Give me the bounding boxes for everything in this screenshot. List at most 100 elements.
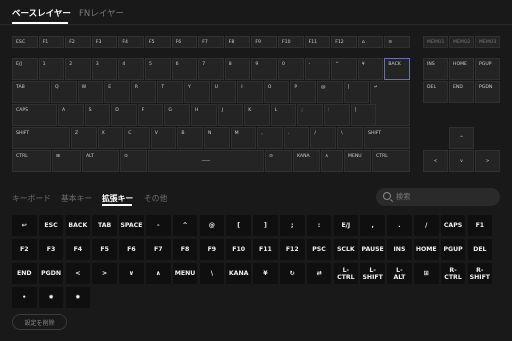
assignable-key-0-1[interactable]: ESC bbox=[38, 215, 64, 236]
key-row3-7[interactable]: U bbox=[210, 81, 237, 103]
assignable-key-2-13[interactable]: L- SHIFT bbox=[360, 263, 385, 284]
assignable-key-2-1[interactable]: PGDN bbox=[38, 263, 64, 284]
key-row3-2[interactable]: W bbox=[77, 81, 104, 103]
key-row3-8[interactable]: I bbox=[237, 81, 263, 103]
assignable-key-0-15[interactable]: / bbox=[414, 215, 439, 236]
assignable-key-0-16[interactable]: CAPS bbox=[440, 215, 466, 236]
key-row2-4[interactable]: 4 bbox=[118, 58, 144, 80]
key-row4-8[interactable]: K bbox=[244, 104, 270, 126]
key-arrow-left[interactable]: < bbox=[423, 150, 448, 172]
delete-setting-button[interactable]: 設定を削除 bbox=[12, 314, 67, 330]
assignable-key-2-7[interactable]: \ bbox=[199, 263, 225, 284]
assignable-key-1-13[interactable]: PAUSE bbox=[360, 239, 385, 260]
assignable-key-2-8[interactable]: KANA bbox=[226, 263, 251, 284]
key-row2-8[interactable]: 8 bbox=[224, 58, 251, 80]
assignable-key-2-15[interactable]: ⊞ bbox=[414, 263, 439, 284]
key-tab[interactable]: TAB bbox=[12, 81, 50, 103]
key-nav1-1[interactable]: HOME bbox=[449, 58, 474, 80]
assignable-key-2-2[interactable]: < bbox=[65, 263, 91, 284]
key-row3-12[interactable]: [ bbox=[343, 81, 370, 103]
key-row6-6[interactable]: KANA bbox=[293, 150, 320, 172]
assignable-key-0-11[interactable]: : bbox=[306, 215, 332, 236]
key-row6-8[interactable]: MENU bbox=[344, 150, 371, 172]
key-row4-3[interactable]: D bbox=[111, 104, 137, 126]
assignable-key-1-3[interactable]: F5 bbox=[92, 239, 117, 260]
key-caps[interactable]: CAPS bbox=[12, 104, 57, 126]
key-right-shift[interactable]: SHIFT bbox=[364, 127, 410, 149]
key-row1-6[interactable]: F6 bbox=[171, 36, 198, 48]
key-row5-3[interactable]: C bbox=[124, 127, 150, 149]
key-row5-11[interactable]: \ bbox=[337, 127, 363, 149]
assignable-key-2-11[interactable]: ⇄ bbox=[306, 263, 332, 284]
assignable-key-1-15[interactable]: HOME bbox=[414, 239, 439, 260]
key-nav2-2[interactable]: PGDN bbox=[475, 81, 500, 103]
key-row4-12[interactable]: ] bbox=[350, 104, 377, 126]
key-row1-3[interactable]: F3 bbox=[91, 36, 118, 48]
key-row3-6[interactable]: Y bbox=[184, 81, 210, 103]
key-row3-5[interactable]: T bbox=[157, 81, 183, 103]
key-memo-1[interactable]: MEMO1 bbox=[423, 36, 448, 48]
key-row3-1[interactable]: Q bbox=[51, 81, 77, 103]
key-row4-6[interactable]: H bbox=[191, 104, 217, 126]
key-row1-7[interactable]: F7 bbox=[198, 36, 224, 48]
assignable-key-1-12[interactable]: SCLK bbox=[333, 239, 359, 260]
category-keyboard[interactable]: キーボード bbox=[12, 193, 51, 204]
key-row1-13[interactable]: ⌂ bbox=[357, 36, 384, 48]
assignable-key-1-6[interactable]: F8 bbox=[172, 239, 198, 260]
key-row5-9[interactable]: . bbox=[283, 127, 310, 149]
key-row5-5[interactable]: B bbox=[177, 127, 203, 149]
key-row5-1[interactable]: Z bbox=[71, 127, 97, 149]
key-row6-5[interactable]: ⊙ bbox=[265, 150, 292, 172]
key-row2-3[interactable]: 3 bbox=[91, 58, 118, 80]
key-arrow-right[interactable]: > bbox=[475, 150, 500, 172]
assignable-key-2-17[interactable]: R- SHIFT bbox=[467, 263, 493, 284]
key-row2-7[interactable]: 7 bbox=[198, 58, 224, 80]
key-left-shift[interactable]: SHIFT bbox=[12, 127, 70, 149]
assignable-key-0-2[interactable]: BACK bbox=[65, 215, 91, 236]
key-row1-4[interactable]: F4 bbox=[118, 36, 144, 48]
key-row1-1[interactable]: F1 bbox=[38, 36, 65, 48]
key-row5-7[interactable]: M bbox=[230, 127, 257, 149]
key-row6-4[interactable]: ─── bbox=[148, 150, 264, 172]
key-row2-11[interactable]: - bbox=[304, 58, 331, 80]
assignable-key-3-0[interactable]: • bbox=[12, 287, 37, 308]
key-memo-2[interactable]: MEMO2 bbox=[449, 36, 474, 48]
category-other[interactable]: その他 bbox=[144, 193, 167, 204]
key-row1-11[interactable]: F11 bbox=[304, 36, 331, 48]
assignable-key-2-14[interactable]: L- ALT bbox=[387, 263, 412, 284]
key-row2-6[interactable]: 6 bbox=[171, 58, 198, 80]
assignable-key-2-3[interactable]: > bbox=[92, 263, 117, 284]
assignable-key-3-2[interactable]: ✸ bbox=[65, 287, 91, 308]
assignable-key-2-10[interactable]: ↻ bbox=[280, 263, 305, 284]
assignable-key-1-9[interactable]: F11 bbox=[253, 239, 278, 260]
key-arrow-down[interactable]: v bbox=[449, 150, 474, 172]
assignable-key-0-4[interactable]: SPACE bbox=[119, 215, 144, 236]
key-row5-8[interactable]: , bbox=[257, 127, 283, 149]
assignable-key-0-14[interactable]: . bbox=[387, 215, 412, 236]
category-extended-keys[interactable]: 拡張キー bbox=[102, 193, 133, 204]
key-row2-13[interactable]: ¥ bbox=[357, 58, 384, 80]
key-row2-0[interactable]: E/J bbox=[12, 58, 38, 80]
key-arrow-up[interactable]: ^ bbox=[449, 127, 474, 149]
key-row2-14[interactable]: BACK bbox=[384, 58, 410, 80]
assignable-key-1-0[interactable]: F2 bbox=[12, 239, 37, 260]
category-basic-keys[interactable]: 基本キー bbox=[61, 193, 92, 204]
assignable-key-1-4[interactable]: F6 bbox=[119, 239, 144, 260]
assignable-key-1-8[interactable]: F10 bbox=[226, 239, 251, 260]
key-row6-2[interactable]: ALT bbox=[82, 150, 119, 172]
key-row6-7[interactable]: ∧ bbox=[321, 150, 343, 172]
key-row2-10[interactable]: 0 bbox=[278, 58, 304, 80]
key-row1-5[interactable]: F5 bbox=[145, 36, 171, 48]
assignable-key-0-9[interactable]: ] bbox=[253, 215, 278, 236]
key-row1-10[interactable]: F10 bbox=[278, 36, 304, 48]
key-row3-11[interactable]: @ bbox=[317, 81, 343, 103]
key-row4-5[interactable]: G bbox=[164, 104, 190, 126]
assignable-key-2-6[interactable]: MENU bbox=[172, 263, 198, 284]
key-row4-4[interactable]: F bbox=[137, 104, 164, 126]
assignable-key-2-5[interactable]: ∧ bbox=[146, 263, 171, 284]
key-row2-1[interactable]: 1 bbox=[38, 58, 65, 80]
assignable-key-0-17[interactable]: F1 bbox=[467, 215, 493, 236]
assignable-key-2-16[interactable]: R- CTRL bbox=[440, 263, 466, 284]
key-row3-9[interactable]: O bbox=[263, 81, 290, 103]
key-row5-6[interactable]: N bbox=[204, 127, 230, 149]
